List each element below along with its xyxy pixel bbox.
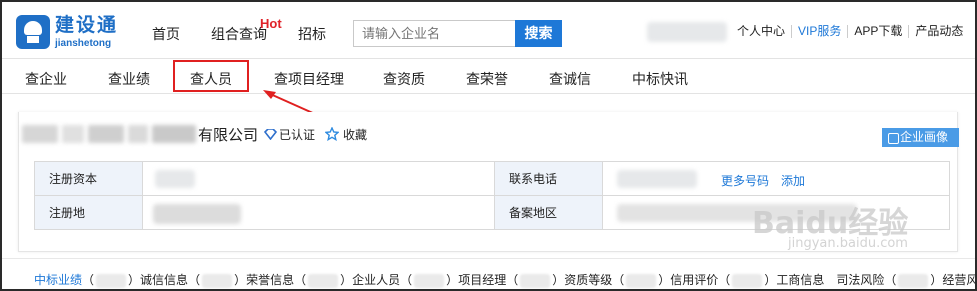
logo-name-en: jianshetong [55, 37, 112, 49]
user-avatar-blur [647, 22, 727, 42]
detail-tabs: 中标业绩（ ）诚信信息（ ）荣誉信息（ ）企业人员（ ）项目经理（ ）资质等级（ ）信用评价… [34, 271, 975, 288]
product-news-link[interactable]: 产品动态 [908, 25, 969, 38]
tab-honor[interactable]: 查荣誉 [466, 69, 508, 89]
phone-value: 更多号码 添加 [602, 161, 950, 196]
hot-badge: Hot [260, 16, 282, 31]
tab-judicial-risk[interactable]: 司法风险 [836, 273, 884, 287]
tab-honor-info[interactable]: 荣誉信息 [246, 273, 294, 287]
detail-tabs-bar: 中标业绩（ ）诚信信息（ ）荣誉信息（ ）企业人员（ ）项目经理（ ）资质等级（ ）信用评价… [2, 258, 975, 289]
company-name-blur [22, 123, 196, 145]
logo-icon [16, 15, 50, 49]
watermark-url: jingyan.baidu.com [788, 236, 908, 251]
tab-integrity-info[interactable]: 诚信信息 [140, 273, 188, 287]
tab-credit-rating[interactable]: 信用评价 [670, 273, 718, 287]
nav-bidding[interactable]: 招标 [298, 24, 326, 44]
diamond-icon [264, 128, 278, 140]
logo-name-cn: 建设通 [55, 13, 119, 36]
logo[interactable]: 建设通 jianshetong [16, 12, 118, 52]
company-name: 有限公司 [198, 126, 259, 144]
tab-qualification[interactable]: 查资质 [383, 69, 425, 89]
more-numbers-link[interactable]: 更多号码 [721, 172, 769, 189]
nav-home[interactable]: 首页 [152, 24, 180, 44]
tab-integrity[interactable]: 查诚信 [549, 69, 591, 89]
search-input[interactable] [353, 20, 516, 47]
tab-bid-performance[interactable]: 中标业绩 [34, 273, 82, 287]
add-phone-link[interactable]: 添加 [781, 172, 805, 189]
tab-business-info[interactable]: 工商信息 [776, 273, 824, 287]
nav-combined-query[interactable]: 组合查询 [211, 24, 267, 44]
star-icon [325, 127, 340, 141]
user-center-link[interactable]: 个人中心 [737, 25, 791, 38]
registered-address-label: 注册地 [34, 195, 143, 230]
tab-qualification-level[interactable]: 资质等级 [564, 273, 612, 287]
tab-project-manager[interactable]: 查项目经理 [274, 69, 344, 89]
top-bar: 建设通 jianshetong 首页 组合查询 招标 Hot 搜索 个人中心 V… [2, 2, 975, 58]
tab-staff[interactable]: 企业人员 [352, 273, 400, 287]
sub-nav: 查企业 查业绩 查人员 查项目经理 查资质 查荣誉 查诚信 中标快讯 [2, 58, 975, 94]
main-nav: 首页 组合查询 招标 [152, 24, 357, 44]
company-portrait-button[interactable]: 企业画像 [882, 128, 959, 147]
tab-operating-risk[interactable]: 经营风险 [942, 273, 975, 287]
phone-label: 联系电话 [494, 161, 603, 196]
favorite-button[interactable]: 收藏 [325, 126, 367, 143]
app-download-link[interactable]: APP下载 [847, 25, 908, 38]
tab-performance[interactable]: 查业绩 [108, 69, 150, 89]
verified-badge: 已认证 [264, 126, 315, 143]
tab-bid-news[interactable]: 中标快讯 [632, 69, 688, 89]
page-frame: 建设通 jianshetong 首页 组合查询 招标 Hot 搜索 个人中心 V… [0, 0, 977, 291]
user-menu: 个人中心 VIP服务 APP下载 产品动态 [737, 25, 969, 38]
annotation-highlight-box [173, 60, 249, 92]
tab-pm[interactable]: 项目经理 [458, 273, 506, 287]
registered-address-value [142, 195, 495, 230]
filing-region-label: 备案地区 [494, 195, 603, 230]
registered-capital-value [142, 161, 495, 196]
company-header: 有限公司 已认证 收藏 [22, 123, 367, 145]
tab-company[interactable]: 查企业 [25, 69, 67, 89]
search-button[interactable]: 搜索 [515, 20, 562, 47]
registered-capital-label: 注册资本 [34, 161, 143, 196]
vip-service-link[interactable]: VIP服务 [791, 25, 847, 38]
